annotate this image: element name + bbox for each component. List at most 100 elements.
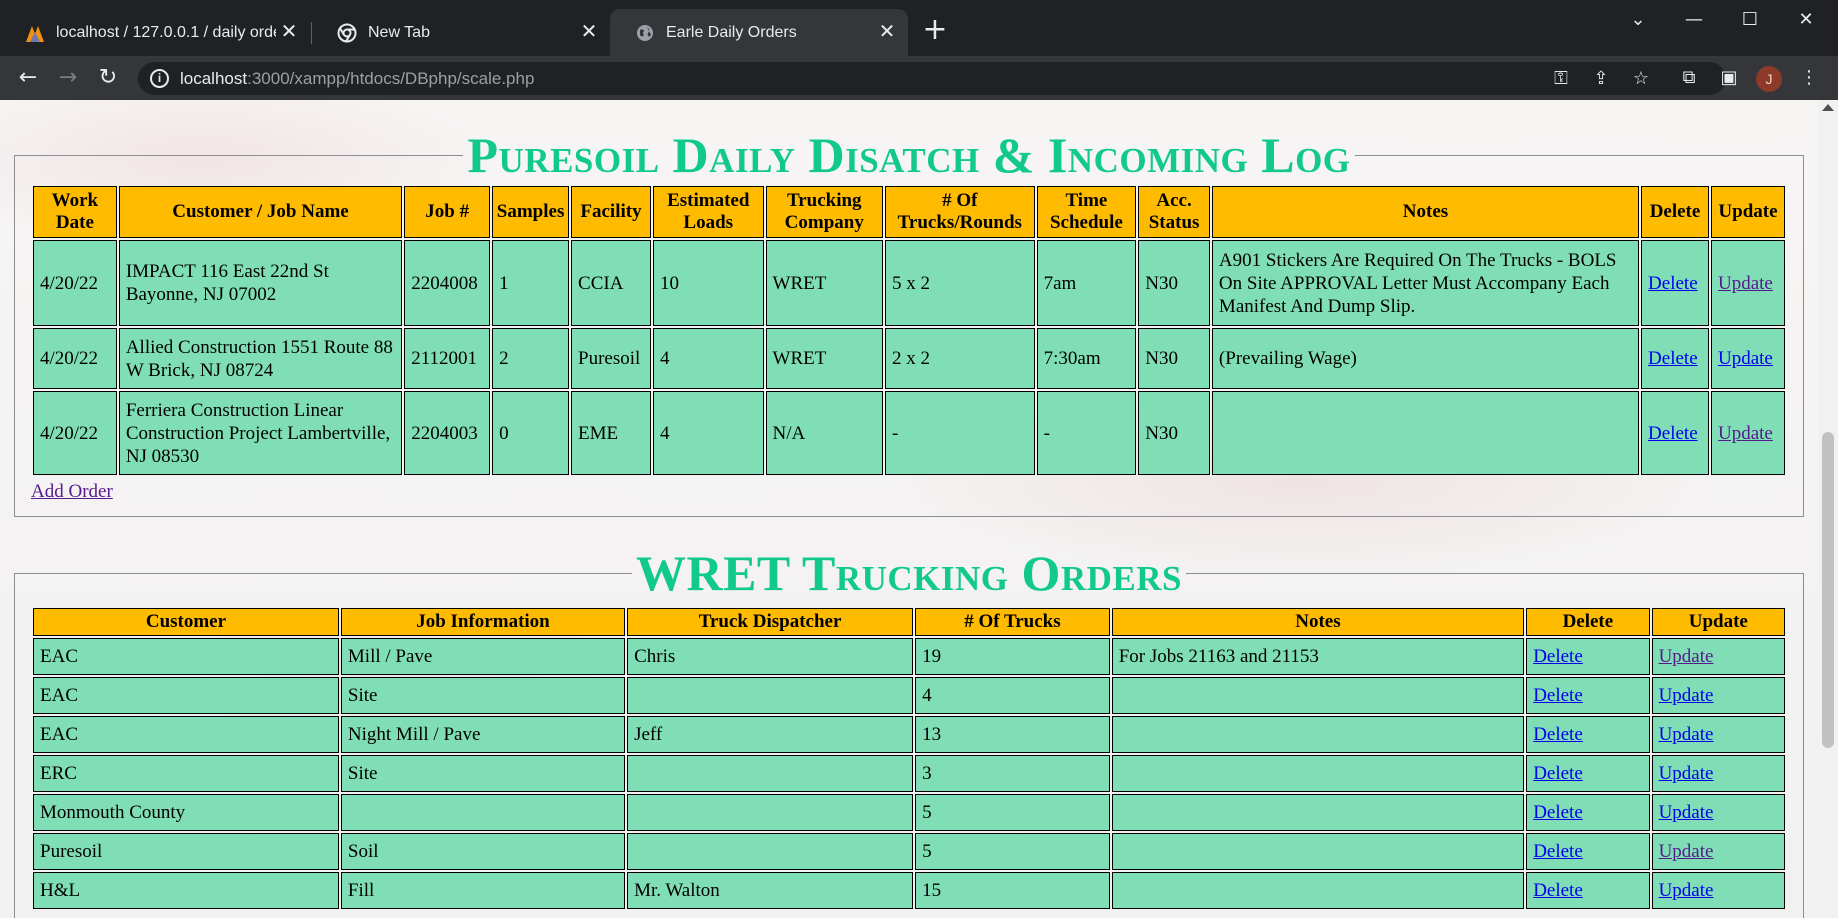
site-info-icon[interactable]: i — [150, 69, 169, 88]
close-window-icon[interactable]: ✕ — [1786, 6, 1826, 34]
cell-delete: Delete — [1526, 755, 1650, 792]
col-header: # Of Trucks/Rounds — [884, 186, 1035, 238]
update-link[interactable]: Update — [1718, 273, 1773, 294]
col-header: Estimated Loads — [652, 186, 764, 238]
cell-time-schedule: - — [1036, 391, 1137, 475]
cell-customer: EAC — [33, 638, 339, 675]
tab-phpmyadmin[interactable]: localhost / 127.0.0.1 / daily orders ✕ — [0, 9, 310, 56]
extensions-puzzle-icon[interactable]: ⧉ — [1676, 65, 1702, 91]
close-tab-icon[interactable]: ✕ — [576, 19, 602, 45]
cell-delete: Delete — [1526, 872, 1650, 909]
cell-acc-status: N30 — [1138, 391, 1210, 475]
address-bar[interactable]: i localhost:3000/xampp/htdocs/DBphp/scal… — [138, 62, 1726, 95]
star-bookmark-icon[interactable]: ☆ — [1628, 66, 1654, 92]
delete-link[interactable]: Delete — [1533, 646, 1583, 667]
new-tab-plus-icon[interactable]: + — [920, 15, 950, 46]
delete-link[interactable]: Delete — [1648, 423, 1698, 444]
cell-notes — [1111, 677, 1525, 714]
key-icon[interactable]: ⚿ — [1548, 66, 1574, 92]
delete-link[interactable]: Delete — [1648, 348, 1698, 369]
cell-customer: H&L — [33, 872, 339, 909]
minimize-icon[interactable]: — — [1674, 6, 1714, 34]
cell-update: Update — [1710, 391, 1785, 475]
update-link[interactable]: Update — [1659, 880, 1714, 901]
chrome-icon — [336, 22, 358, 44]
url-text[interactable]: localhost:3000/xampp/htdocs/DBphp/scale.… — [180, 69, 534, 89]
vertical-scrollbar[interactable] — [1818, 100, 1838, 918]
cell-notes: For Jobs 21163 and 21153 — [1111, 638, 1525, 675]
delete-link[interactable]: Delete — [1533, 763, 1583, 784]
page-viewport: Puresoil Daily Disatch & Incoming Log Wo… — [0, 100, 1838, 918]
col-header: Customer — [33, 608, 339, 636]
col-header: Update — [1651, 608, 1785, 636]
cell-job-information — [340, 794, 626, 831]
wret-orders-section: WRET Trucking Orders Customer Job Inform… — [14, 548, 1804, 918]
cell-trucks-rounds: 5 x 2 — [884, 240, 1035, 326]
tab-new-tab[interactable]: New Tab ✕ — [312, 9, 610, 56]
maximize-icon[interactable]: ☐ — [1730, 6, 1770, 34]
delete-link[interactable]: Delete — [1533, 880, 1583, 901]
scrollbar-thumb[interactable] — [1822, 432, 1834, 748]
update-link[interactable]: Update — [1659, 802, 1714, 823]
cell-notes: A901 Stickers Are Required On The Trucks… — [1211, 240, 1640, 326]
cell-job-information: Soil — [340, 833, 626, 870]
browser-toolbar: ← → ↻ i localhost:3000/xampp/htdocs/DBph… — [0, 56, 1838, 100]
cell-notes — [1211, 391, 1640, 475]
cell-job-information: Mill / Pave — [340, 638, 626, 675]
url-path: :3000/xampp/htdocs/DBphp/scale.php — [247, 69, 535, 88]
reload-icon[interactable]: ↻ — [93, 63, 123, 93]
tab-title: New Tab — [368, 23, 430, 41]
cell-truck-dispatcher: Jeff — [627, 716, 914, 753]
delete-link[interactable]: Delete — [1648, 273, 1698, 294]
update-link[interactable]: Update — [1659, 685, 1714, 706]
col-header: # Of Trucks — [915, 608, 1110, 636]
tab-search-chevron-icon[interactable]: ⌄ — [1618, 6, 1658, 34]
update-link[interactable]: Update — [1659, 724, 1714, 745]
delete-link[interactable]: Delete — [1533, 685, 1583, 706]
delete-link[interactable]: Delete — [1533, 724, 1583, 745]
add-order-link[interactable]: Add Order — [31, 481, 1787, 503]
cell-job-number: 2204008 — [404, 240, 491, 326]
cell-delete: Delete — [1641, 328, 1709, 389]
col-header: Notes — [1211, 186, 1640, 238]
table-row: EAC Site 4 Delete Update — [33, 677, 1785, 714]
cell-notes — [1111, 872, 1525, 909]
profile-avatar[interactable]: J — [1756, 66, 1782, 92]
cell-update: Update — [1651, 716, 1785, 753]
col-header: Update — [1710, 186, 1785, 238]
cell-delete: Delete — [1526, 833, 1650, 870]
update-link[interactable]: Update — [1659, 646, 1714, 667]
scroll-up-arrow-icon[interactable] — [1822, 104, 1834, 111]
url-host: localhost — [180, 69, 248, 88]
cell-trucks-rounds: 2 x 2 — [884, 328, 1035, 389]
back-arrow-icon[interactable]: ← — [13, 63, 43, 93]
tab-earle-daily-orders[interactable]: Earle Daily Orders ✕ — [610, 9, 908, 56]
forward-arrow-icon[interactable]: → — [53, 63, 83, 93]
cell-update: Update — [1651, 833, 1785, 870]
update-link[interactable]: Update — [1718, 348, 1773, 369]
close-tab-icon[interactable]: ✕ — [874, 19, 900, 45]
cell-truck-dispatcher — [627, 833, 914, 870]
update-link[interactable]: Update — [1659, 763, 1714, 784]
cell-job-number: 2204003 — [404, 391, 491, 475]
cell-work-date: 4/20/22 — [33, 328, 117, 389]
kebab-menu-icon[interactable]: ⋮ — [1796, 65, 1822, 91]
cell-number-of-trucks: 4 — [915, 677, 1110, 714]
cell-estimated-loads: 4 — [652, 328, 764, 389]
cell-update: Update — [1651, 794, 1785, 831]
share-icon[interactable]: ⇪ — [1588, 66, 1614, 92]
update-link[interactable]: Update — [1659, 841, 1714, 862]
col-header: Truck Dispatcher — [627, 608, 914, 636]
col-header: Time Schedule — [1036, 186, 1137, 238]
cell-delete: Delete — [1641, 240, 1709, 326]
update-link[interactable]: Update — [1718, 423, 1773, 444]
side-panel-icon[interactable]: ▣ — [1716, 65, 1742, 91]
cell-work-date: 4/20/22 — [33, 391, 117, 475]
dispatch-log-table: Work Date Customer / Job Name Job # Samp… — [31, 184, 1787, 477]
tab-title: Earle Daily Orders — [666, 23, 797, 41]
close-tab-icon[interactable]: ✕ — [276, 19, 302, 45]
cell-number-of-trucks: 5 — [915, 833, 1110, 870]
table-row: Puresoil Soil 5 Delete Update — [33, 833, 1785, 870]
delete-link[interactable]: Delete — [1533, 841, 1583, 862]
delete-link[interactable]: Delete — [1533, 802, 1583, 823]
